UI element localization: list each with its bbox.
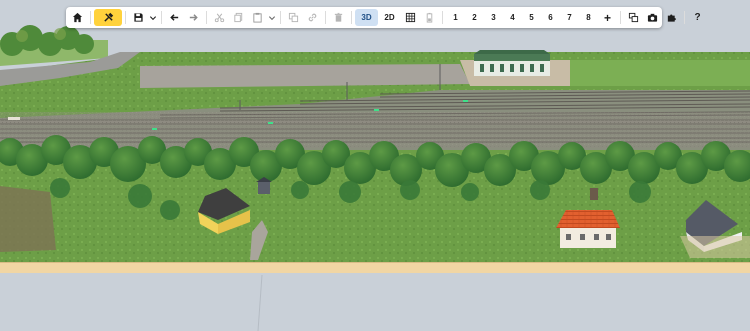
save-dropdown-button[interactable] bbox=[148, 9, 158, 26]
link-icon bbox=[307, 12, 318, 23]
layer-6-button[interactable]: 6 bbox=[541, 9, 560, 26]
paste-icon bbox=[252, 12, 263, 23]
add-layer-button[interactable]: + bbox=[598, 9, 617, 26]
duplicate-icon bbox=[288, 12, 299, 23]
delete-button[interactable] bbox=[329, 9, 348, 26]
windows-button[interactable] bbox=[624, 9, 643, 26]
tools-icon bbox=[103, 12, 114, 23]
copy-icon bbox=[233, 12, 244, 23]
toolbar-separator bbox=[351, 11, 352, 24]
grid-button[interactable] bbox=[401, 9, 420, 26]
camera-icon bbox=[647, 12, 658, 23]
copy-button[interactable] bbox=[229, 9, 248, 26]
station-building[interactable] bbox=[474, 50, 550, 76]
cut-icon bbox=[214, 12, 225, 23]
redo-button[interactable] bbox=[184, 9, 203, 26]
link-button[interactable] bbox=[303, 9, 322, 26]
duplicate-button[interactable] bbox=[284, 9, 303, 26]
edit-tools-button[interactable] bbox=[94, 9, 122, 26]
layout-3d-viewport[interactable] bbox=[0, 0, 750, 331]
toolbar-separator bbox=[161, 11, 162, 24]
undo-icon bbox=[169, 12, 180, 23]
save-button[interactable] bbox=[129, 9, 148, 26]
toolbar-separator bbox=[620, 11, 621, 24]
toolbar-separator bbox=[125, 11, 126, 24]
layer-5-button[interactable]: 5 bbox=[522, 9, 541, 26]
layer-3-button[interactable]: 3 bbox=[484, 9, 503, 26]
chevron-down-icon bbox=[149, 14, 157, 22]
help-icon: ? bbox=[694, 12, 701, 23]
windows-icon bbox=[628, 12, 639, 23]
redo-icon bbox=[188, 12, 199, 23]
layer-4-button[interactable]: 4 bbox=[503, 9, 522, 26]
layer-1-button[interactable]: 1 bbox=[446, 9, 465, 26]
chevron-down-icon bbox=[268, 14, 276, 22]
puzzle-icon bbox=[666, 12, 677, 23]
home-icon bbox=[72, 12, 83, 23]
delete-icon bbox=[333, 12, 344, 23]
toolbar-separator bbox=[442, 11, 443, 24]
home-button[interactable] bbox=[68, 9, 87, 26]
toolbar-separator bbox=[325, 11, 326, 24]
help-button[interactable]: ? bbox=[688, 9, 707, 26]
toolbar-separator bbox=[206, 11, 207, 24]
view-3d-button[interactable]: 3D bbox=[355, 9, 378, 26]
battery-icon bbox=[424, 12, 435, 23]
plugins-button[interactable] bbox=[662, 9, 681, 26]
toolbar-separator bbox=[684, 11, 685, 24]
save-icon bbox=[133, 12, 144, 23]
screenshot-button[interactable] bbox=[643, 9, 662, 26]
undo-button[interactable] bbox=[165, 9, 184, 26]
paste-button[interactable] bbox=[248, 9, 267, 26]
model-railway-scene[interactable] bbox=[0, 0, 750, 331]
layer-8-button[interactable]: 8 bbox=[579, 9, 598, 26]
cut-button[interactable] bbox=[210, 9, 229, 26]
toolbar-separator bbox=[90, 11, 91, 24]
layer-2-button[interactable]: 2 bbox=[465, 9, 484, 26]
toolbar-separator bbox=[280, 11, 281, 24]
paste-dropdown-button[interactable] bbox=[267, 9, 277, 26]
main-toolbar: 3D 2D 1 2 3 4 5 6 7 8 + ? bbox=[66, 7, 701, 28]
grid-icon bbox=[405, 12, 416, 23]
view-2d-button[interactable]: 2D bbox=[378, 9, 401, 26]
layer-7-button[interactable]: 7 bbox=[560, 9, 579, 26]
power-button[interactable] bbox=[420, 9, 439, 26]
